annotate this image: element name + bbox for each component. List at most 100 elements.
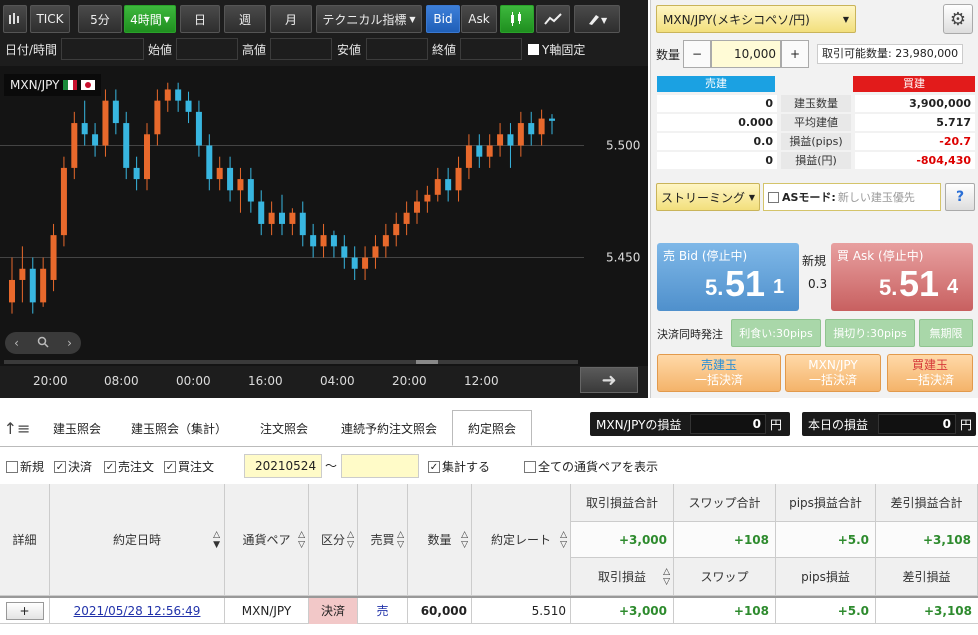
- col-detail: 詳細: [0, 484, 50, 596]
- candlestick-icon[interactable]: [500, 5, 534, 33]
- col-side[interactable]: 売買 △ ▽: [358, 484, 408, 596]
- col-pair[interactable]: 通貨ペア △ ▽: [225, 484, 309, 596]
- row-pips: +5.0: [776, 598, 876, 624]
- sell-bid-button[interactable]: 売 Bid (停止中) 5. 51 1: [657, 243, 799, 311]
- scrollbar-thumb[interactable]: [416, 360, 438, 364]
- tab-positions[interactable]: 建玉照会: [38, 410, 116, 446]
- tab-orders[interactable]: 注文照会: [244, 410, 324, 446]
- 4hour-label: 4時間: [130, 12, 162, 27]
- candle-down: [549, 118, 555, 121]
- row-side: 売: [358, 598, 408, 624]
- month-button[interactable]: 月: [270, 5, 312, 33]
- candle-up: [154, 100, 161, 135]
- aggregate-label: 集計する: [442, 460, 491, 474]
- yfix-checkbox[interactable]: Y軸固定: [528, 41, 585, 58]
- bulk-settle-buy-button[interactable]: 買建玉 一括決済: [887, 354, 973, 392]
- candle-up: [40, 268, 47, 303]
- zoom-icon[interactable]: [37, 336, 49, 351]
- col-datetime-label: 約定日時: [112, 533, 161, 547]
- col-qty-label: 数量: [427, 533, 452, 547]
- chevron-left-icon[interactable]: ‹: [14, 336, 19, 350]
- bulk-settle-pair-button[interactable]: MXN/JPY 一括決済: [785, 354, 881, 392]
- technical-indicator-button[interactable]: テクニカル指標 ▼: [316, 5, 422, 33]
- bid-button[interactable]: Bid: [426, 5, 460, 33]
- qty-input[interactable]: 10,000: [711, 40, 781, 68]
- scroll-to-latest-button[interactable]: ➜: [580, 367, 638, 393]
- candle-up: [465, 145, 472, 168]
- filter-new-checkbox[interactable]: 新規: [6, 458, 44, 475]
- zoom-control: ‹ ›: [5, 332, 81, 354]
- candle-down: [123, 123, 130, 168]
- candle-down: [507, 134, 514, 146]
- take-profit-button[interactable]: 利食い:30pips: [731, 319, 821, 347]
- chevron-right-icon[interactable]: ›: [67, 336, 72, 350]
- row-pl: +3,000: [571, 598, 674, 624]
- chart-scrollbar[interactable]: [4, 360, 578, 364]
- help-icon[interactable]: ?: [945, 183, 975, 211]
- week-button[interactable]: 週: [224, 5, 266, 33]
- ask-button[interactable]: Ask: [461, 5, 497, 33]
- execution-datetime-link[interactable]: 2021/05/28 12:56:49: [50, 598, 225, 624]
- all-pairs-checkbox[interactable]: 全ての通貨ペアを表示: [524, 458, 658, 475]
- as-mode-checkbox[interactable]: ASモード: 新しい建玉優先: [763, 183, 941, 211]
- date-to-input[interactable]: [341, 454, 419, 478]
- col-pl[interactable]: 取引損益 △ ▽: [571, 558, 674, 596]
- candle-down: [341, 246, 348, 258]
- col-kubun[interactable]: 区分 △ ▽: [309, 484, 358, 596]
- sell-bid-label: 売 Bid (停止中): [663, 249, 748, 263]
- qty-plus-button[interactable]: +: [781, 40, 809, 68]
- unlimited-button[interactable]: 無期限: [919, 319, 973, 347]
- total-net-value: +3,108: [876, 522, 978, 558]
- chart-panel: TICK 5分 4時間 ▼ 日 週 月 テクニカル指標 ▼ Bid Ask ▼ 日付…: [0, 0, 648, 398]
- col-datetime[interactable]: 約定日時 △ ▼: [50, 484, 225, 596]
- x-tick-label: 08:00: [104, 374, 139, 388]
- dropdown-icon: ▼: [842, 14, 849, 24]
- candle-up: [71, 123, 78, 168]
- settle-order-label: 決済同時発注: [657, 328, 723, 341]
- date-from-input[interactable]: 20210524: [244, 454, 322, 478]
- qty-minus-button[interactable]: −: [683, 40, 711, 68]
- candle-up: [382, 235, 389, 247]
- line-chart-icon[interactable]: [536, 5, 570, 33]
- dropdown-icon: ▼: [409, 14, 416, 24]
- aggregate-checkbox[interactable]: ✓ 集計する: [428, 458, 490, 475]
- stop-loss-button[interactable]: 損切り:30pips: [825, 319, 915, 347]
- 4hour-button[interactable]: 4時間 ▼: [124, 5, 176, 33]
- price-chart[interactable]: 5.500 5.450 MXN/JPY ‹ ›: [0, 66, 648, 366]
- candle-down: [133, 167, 140, 180]
- sort-icon: △ ▽: [347, 529, 354, 550]
- datetime-label: 日付/時間: [5, 43, 58, 57]
- japan-flag-icon: [81, 80, 96, 90]
- row-pair: MXN/JPY: [225, 598, 309, 624]
- bulk-buy-line2: 一括決済: [905, 373, 954, 387]
- chart-type-icon[interactable]: [3, 5, 27, 33]
- row-qty: 60,000: [408, 598, 472, 624]
- position-row: 0.000 平均建値 5.717: [657, 114, 975, 132]
- sell-price-suffix: 1: [773, 276, 785, 298]
- sort-menu-icon[interactable]: ↑≡: [2, 413, 32, 443]
- filter-settle-checkbox[interactable]: ✓ 決済: [54, 458, 92, 475]
- filter-sell-checkbox[interactable]: ✓ 売注文: [104, 458, 154, 475]
- tab-executions[interactable]: 約定照会: [452, 410, 532, 446]
- expand-button[interactable]: +: [5, 602, 44, 620]
- tick-button[interactable]: TICK: [30, 5, 70, 33]
- today-pl-box: 本日の損益 0 円: [802, 412, 976, 436]
- buy-ask-button[interactable]: 買 Ask (停止中) 5. 51 4: [831, 243, 973, 311]
- tab-positions-summary[interactable]: 建玉照会（集計）: [120, 410, 238, 446]
- 5min-button[interactable]: 5分: [78, 5, 122, 33]
- bulk-settle-sell-button[interactable]: 売建玉 一括決済: [657, 354, 781, 392]
- candle-down: [206, 145, 213, 180]
- day-button[interactable]: 日: [180, 5, 220, 33]
- svg-text:▼: ▼: [601, 16, 608, 25]
- draw-tool-icon[interactable]: ▼: [574, 5, 620, 33]
- sort-icon: △ ▽: [298, 529, 305, 550]
- streaming-select[interactable]: ストリーミング ▼: [656, 183, 760, 211]
- row-kubun: 決済: [309, 598, 358, 624]
- col-qty[interactable]: 数量 △ ▽: [408, 484, 472, 596]
- col-rate[interactable]: 約定レート △ ▽: [472, 484, 571, 596]
- gear-icon[interactable]: ⚙: [943, 4, 973, 34]
- pair-select[interactable]: MXN/JPY(メキシコペソ/円) ▼: [656, 5, 856, 33]
- col-kubun-label: 区分: [320, 533, 345, 547]
- tab-continuous-orders[interactable]: 連続予約注文照会: [330, 410, 448, 446]
- filter-buy-checkbox[interactable]: ✓ 買注文: [164, 458, 214, 475]
